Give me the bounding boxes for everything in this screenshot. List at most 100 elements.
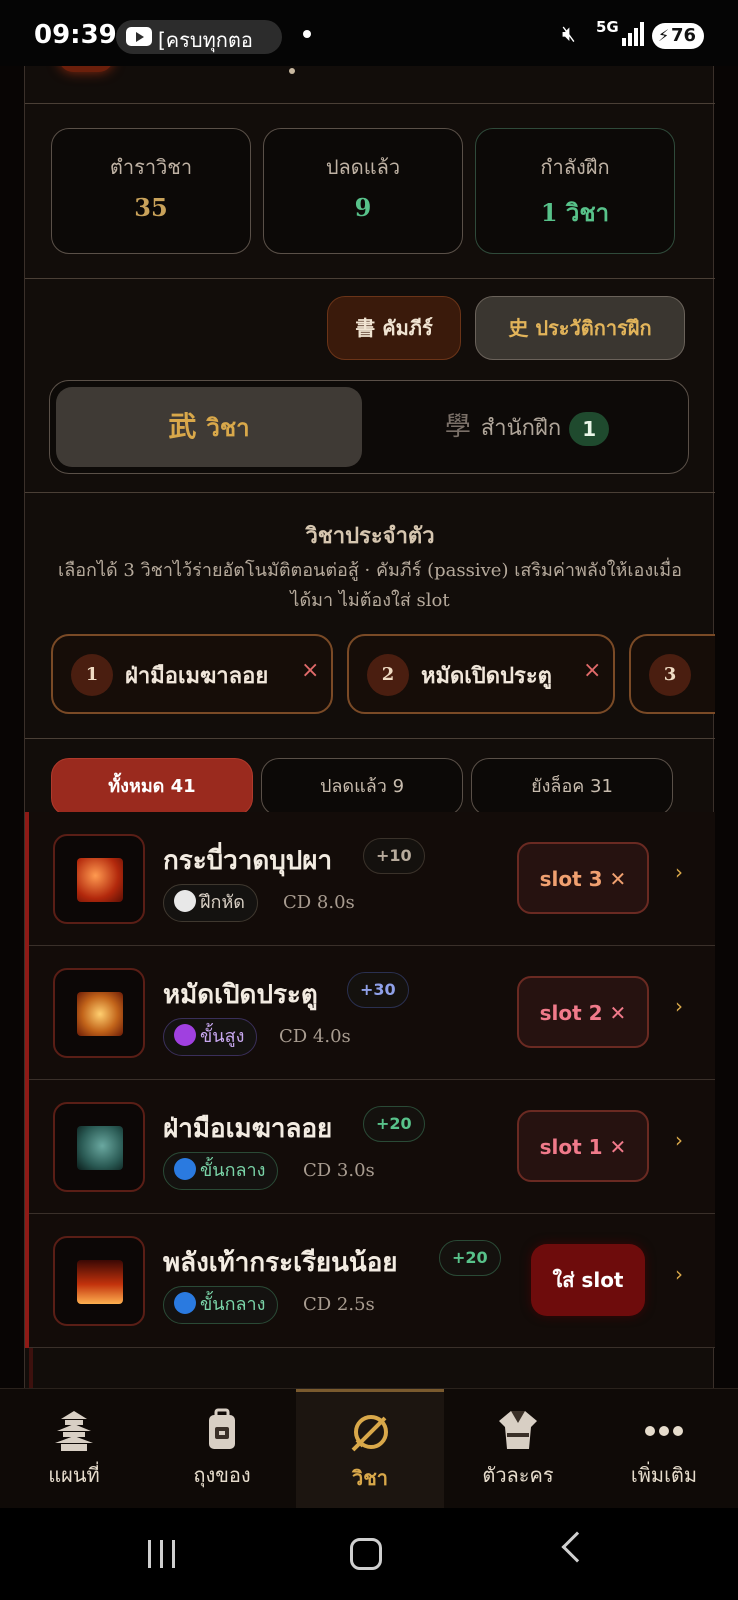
rank-dot-icon [174, 1158, 196, 1180]
skill-icon-frame [53, 1236, 145, 1326]
youtube-icon [126, 27, 152, 46]
bottom-navigation: แผนที่ ถุงของ วิชา ตัวละคร เพิ่มเติม [0, 1388, 738, 1509]
chevron-right-icon[interactable]: › [675, 860, 683, 884]
equipped-title: วิชาประจำตัว [305, 524, 435, 549]
stat-label: ตำราวิชา [109, 155, 193, 179]
recent-apps-icon[interactable] [148, 1540, 178, 1568]
nav-more[interactable]: เพิ่มเติม [590, 1389, 738, 1509]
rank-dot-icon [174, 1292, 196, 1314]
stat-value: 9 [354, 193, 372, 222]
skill-row[interactable]: พลังเท้ากระเรียนน้อย +20 ขั้นกลาง CD 2.5… [25, 1214, 715, 1348]
skill-icon-frame [53, 1102, 145, 1192]
rank-label: ขั้นกลาง [200, 1294, 266, 1315]
divider [25, 278, 715, 279]
rank-badge: ฝึกหัด [163, 884, 258, 922]
skill-name: ฝ่ามือเมฆาลอย [163, 1114, 333, 1144]
status-time: 09:39 [34, 20, 117, 50]
training-history-button[interactable]: 史 ประวัติการฝึก [475, 296, 685, 360]
rank-dot-icon [174, 890, 196, 912]
mute-icon: 🔇︎ [562, 22, 576, 47]
row-accent [25, 812, 29, 946]
notification-dot [303, 30, 311, 38]
assign-slot-button[interactable]: ใส่ slot [531, 1244, 645, 1316]
fist-burst-icon [77, 992, 123, 1036]
rank-dot-icon [174, 1024, 196, 1046]
row-accent [25, 946, 29, 1080]
stat-value: 1 วิชา [540, 198, 610, 227]
nav-skills[interactable]: วิชา [296, 1389, 444, 1509]
remove-icon[interactable]: × [583, 658, 601, 683]
partially-hidden-row [25, 1348, 715, 1388]
chevron-right-icon[interactable]: › [675, 1262, 683, 1286]
filter-locked[interactable]: ยังล็อค 31 [471, 758, 673, 816]
stat-skill-books: ตำราวิชา 35 [51, 128, 251, 254]
strip-mark [289, 68, 295, 74]
rank-label: ขั้นสูง [200, 1026, 245, 1047]
network-type: 5G [596, 18, 619, 36]
flame-feet-icon [77, 1260, 123, 1304]
system-navigation [0, 1508, 738, 1600]
boost-badge: +30 [347, 972, 409, 1008]
top-strip [25, 66, 715, 104]
tab-training-school[interactable]: 學 สำนักฝึก 1 [370, 387, 684, 467]
home-icon[interactable] [350, 1538, 382, 1570]
sword-skill-icon [351, 1415, 388, 1452]
martial-kanji-icon: 武 [168, 410, 197, 443]
main-tabs: 武 วิชา 學 สำนักฝึก 1 [49, 380, 689, 474]
tab-skills[interactable]: 武 วิชา [56, 387, 362, 467]
app-content[interactable]: ตำราวิชา 35 ปลดแล้ว 9 กำลังฝึก 1 วิชา 書 … [0, 66, 738, 1388]
cooldown: CD 4.0s [279, 1026, 351, 1047]
sword-flower-icon [77, 858, 123, 902]
pagoda-icon [55, 1411, 93, 1451]
scripture-button[interactable]: 書 คัมภีร์ [327, 296, 461, 360]
row-accent [25, 1214, 29, 1348]
filter-all[interactable]: ทั้งหมด 41 [51, 758, 253, 816]
slot-number: 1 [71, 654, 113, 696]
nav-character[interactable]: ตัวละคร [444, 1389, 592, 1509]
glow-decoration [59, 66, 113, 72]
skill-row[interactable]: กระบี่วาดบุปผา +10 ฝึกหัด CD 8.0s slot 3… [25, 812, 715, 946]
skill-row[interactable]: ฝ่ามือเมฆาลอย +20 ขั้นกลาง CD 3.0s slot … [25, 1080, 715, 1214]
chevron-right-icon[interactable]: › [675, 994, 683, 1018]
boost-badge: +20 [439, 1240, 501, 1276]
slot-skill-name: ฝ่ามือเมฆาลอย [125, 664, 269, 689]
skill-row[interactable]: หมัดเปิดประตู +30 ขั้นสูง CD 4.0s slot 2… [25, 946, 715, 1080]
skill-icon-frame [53, 834, 145, 924]
equipped-slot-1[interactable]: 1 ฝ่ามือเมฆาลอย × [51, 634, 333, 714]
signal-icon [622, 22, 646, 46]
equipped-description: เลือกได้ 3 วิชาไว้ร่ายอัตโนมัติตอนต่อสู้… [58, 560, 682, 611]
study-kanji-icon: 學 [444, 412, 471, 442]
battery-indicator: ⚡ 76 [652, 23, 704, 49]
skill-icon-frame [53, 968, 145, 1058]
cooldown: CD 3.0s [303, 1160, 375, 1181]
count-badge: 1 [569, 412, 610, 446]
equipped-slot-3[interactable]: 3 [629, 634, 715, 714]
row-accent [29, 1348, 33, 1388]
nav-inventory[interactable]: ถุงของ [148, 1389, 296, 1509]
rank-label: ขั้นกลาง [200, 1160, 266, 1181]
slot-button[interactable]: slot 1 ✕ [517, 1110, 649, 1182]
chevron-right-icon[interactable]: › [675, 1128, 683, 1152]
more-icon [645, 1426, 683, 1436]
back-icon[interactable] [561, 1531, 593, 1563]
stat-training: กำลังฝึก 1 วิชา [475, 128, 675, 254]
nav-map[interactable]: แผนที่ [0, 1389, 148, 1509]
slot-skill-name: หมัดเปิดประตู [421, 664, 552, 689]
rank-label: ฝึกหัด [200, 892, 245, 913]
slot-button[interactable]: slot 3 ✕ [517, 842, 649, 914]
divider [25, 738, 715, 739]
remove-icon[interactable]: × [301, 658, 319, 683]
nav-label: ถุงของ [193, 1463, 251, 1487]
skill-name: กระบี่วาดบุปผา [163, 846, 333, 876]
slot-button[interactable]: slot 2 ✕ [517, 976, 649, 1048]
battery-level: 76 [670, 25, 696, 46]
status-bar: 09:39 [ครบทุกตอ 🔇︎ 5G ⚡ 76 [0, 0, 738, 66]
slot-number: 3 [649, 654, 691, 696]
youtube-notification[interactable]: [ครบทุกตอ [116, 20, 282, 54]
filter-unlocked[interactable]: ปลดแล้ว 9 [261, 758, 463, 816]
boost-badge: +10 [363, 838, 425, 874]
robe-icon [499, 1411, 537, 1449]
boost-badge: +20 [363, 1106, 425, 1142]
tab-label: วิชา [206, 414, 250, 442]
equipped-slot-2[interactable]: 2 หมัดเปิดประตู × [347, 634, 615, 714]
